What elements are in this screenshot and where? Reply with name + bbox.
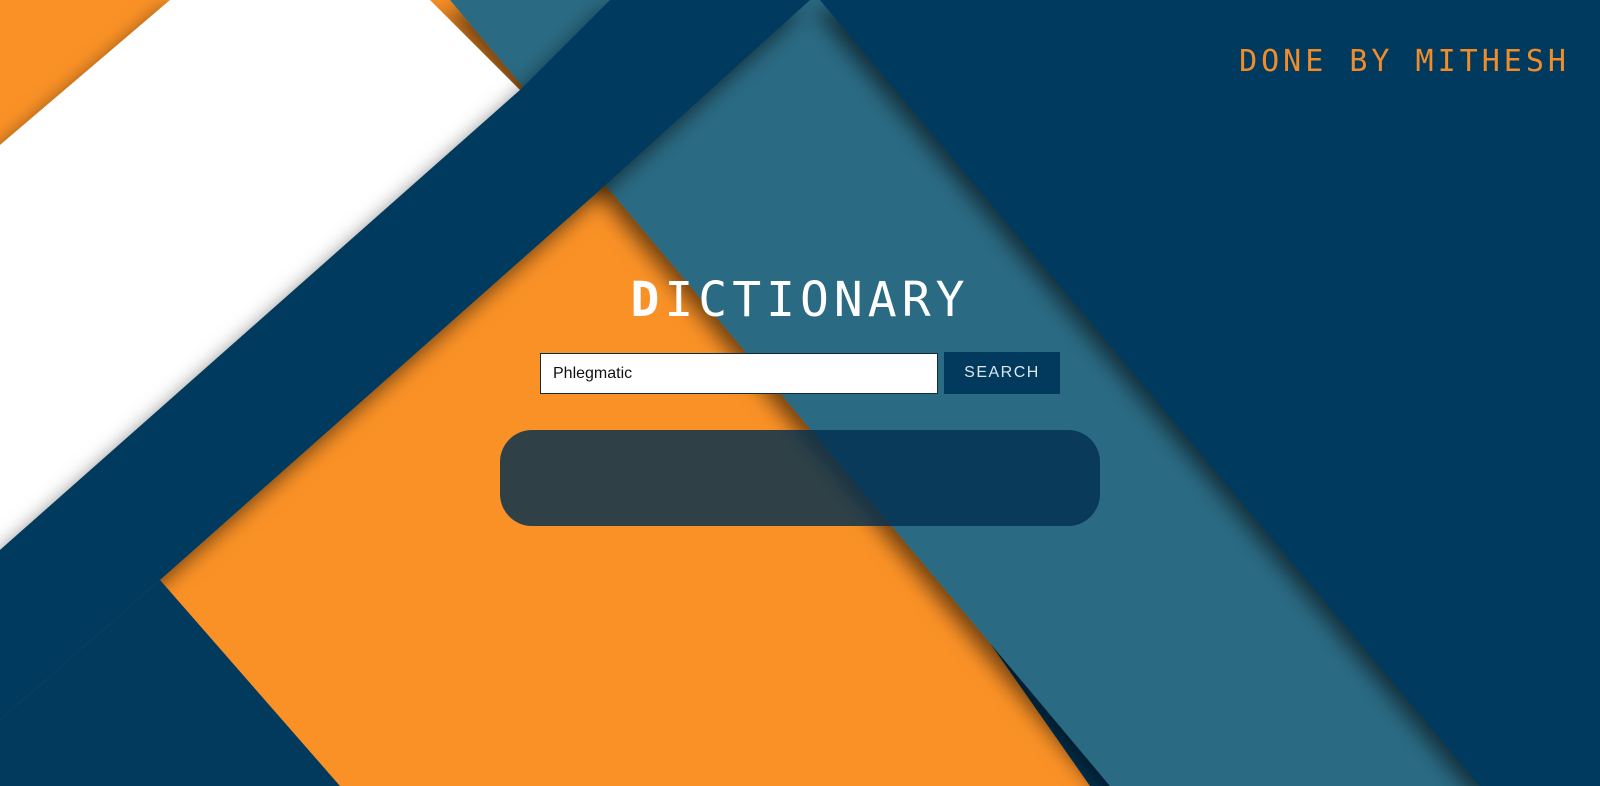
page-title-rest: ICTIONARY <box>664 272 970 328</box>
result-panel <box>500 430 1100 526</box>
search-button[interactable]: SEARCH <box>944 352 1060 394</box>
page-title-first-letter: D <box>630 272 665 328</box>
page-title: DICTIONARY <box>0 272 1600 328</box>
author-credit-first-letter: D <box>1239 44 1262 79</box>
author-credit-rest: ONE BY MITHESH <box>1261 44 1570 79</box>
search-input[interactable] <box>540 353 938 394</box>
author-credit: DONE BY MITHESH <box>1239 44 1570 79</box>
